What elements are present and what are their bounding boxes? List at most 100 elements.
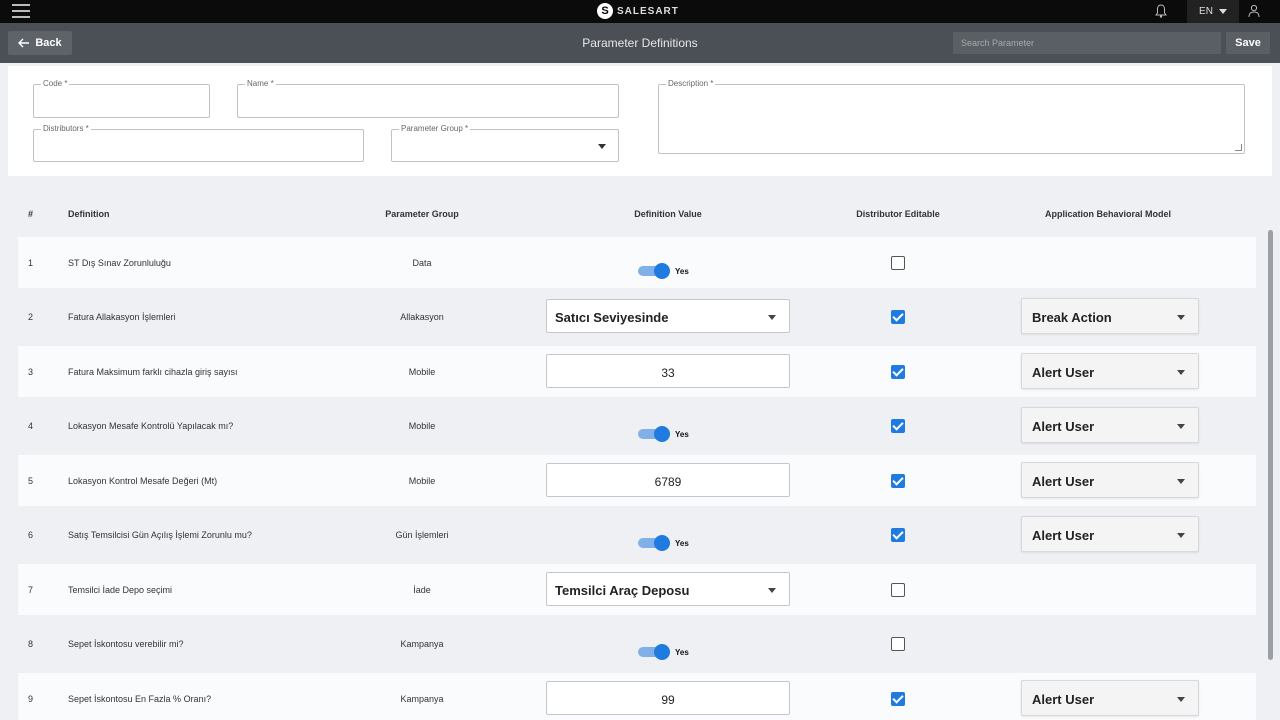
definition-value-toggle[interactable]: Yes — [638, 263, 698, 279]
description-label: Description * — [666, 79, 716, 88]
save-button[interactable]: Save — [1226, 32, 1270, 54]
chevron-down-icon — [1177, 533, 1185, 538]
toggle-label: Yes — [675, 429, 689, 439]
col-parameter-group: Parameter Group — [385, 209, 459, 219]
distributor-editable-checkbox[interactable] — [891, 419, 905, 433]
top-bar: S SALESART EN — [0, 0, 1280, 23]
row-parameter-group: Mobile — [408, 476, 436, 486]
col-behavioral-model: Application Behavioral Model — [1044, 209, 1172, 219]
table-row: 2 Fatura Allakasyon İşlemleri Allakasyon Sa… — [18, 291, 1256, 342]
row-definition: Fatura Maksimum farklı cihazla giriş say… — [68, 367, 238, 377]
chevron-down-icon — [1177, 315, 1185, 320]
language-selector[interactable]: EN — [1187, 0, 1239, 23]
scrollbar[interactable] — [1268, 230, 1273, 660]
distributor-editable-checkbox[interactable] — [891, 474, 905, 488]
parameter-group-select[interactable]: Parameter Group * — [391, 124, 619, 162]
behavioral-model-value: Alert User — [1032, 528, 1095, 543]
behavioral-model-value: Alert User — [1032, 365, 1095, 380]
row-number: 8 — [28, 639, 34, 649]
chevron-down-icon — [1177, 424, 1185, 429]
definition-value-input[interactable]: 99 — [546, 681, 790, 715]
toggle-label: Yes — [675, 538, 689, 548]
distributor-editable-checkbox[interactable] — [891, 256, 905, 270]
code-label: Code * — [41, 79, 70, 88]
table-row: 8 Sepet İskontosu verebilir mi? Kampanya Ye… — [18, 618, 1256, 669]
page-header: Back Parameter Definitions Save — [0, 23, 1280, 63]
chevron-down-icon — [1177, 479, 1185, 484]
behavioral-model-select[interactable]: Alert User — [1021, 407, 1199, 443]
name-label: Name * — [245, 79, 276, 88]
definition-value-select[interactable]: Temsilci Araç Deposu — [546, 572, 790, 606]
distributor-editable-checkbox[interactable] — [891, 528, 905, 542]
row-parameter-group: Data — [412, 258, 432, 268]
definition-value-toggle[interactable]: Yes — [638, 426, 698, 442]
behavioral-model-value: Alert User — [1032, 474, 1095, 489]
row-definition: Lokasyon Kontrol Mesafe Değeri (Mt) — [68, 476, 218, 486]
distributors-field[interactable]: Distributors * — [33, 124, 364, 162]
row-number: 6 — [28, 530, 34, 540]
chevron-down-icon — [1177, 370, 1185, 375]
definition-value-select[interactable]: Satıcı Seviyesinde — [546, 299, 790, 333]
chevron-down-icon — [768, 588, 776, 593]
definition-value-input[interactable]: 33 — [546, 354, 790, 388]
distributor-editable-checkbox[interactable] — [891, 365, 905, 379]
logo-mark: S — [597, 3, 613, 19]
behavioral-model-select[interactable]: Alert User — [1021, 353, 1199, 389]
row-parameter-group: İade — [413, 585, 431, 595]
definition-value-toggle[interactable]: Yes — [638, 535, 698, 551]
definition-value-input[interactable]: 6789 — [546, 463, 790, 497]
table-row: 5 Lokasyon Kontrol Mesafe Değeri (Mt) Mobi… — [18, 455, 1256, 506]
language-label: EN — [1199, 6, 1213, 17]
table-row: 4 Lokasyon Mesafe Kontrolü Yapılacak mı? M… — [18, 400, 1256, 451]
description-field[interactable]: Description * — [658, 79, 1245, 154]
toggle-knob — [654, 535, 670, 551]
distributor-editable-checkbox[interactable] — [891, 637, 905, 651]
behavioral-model-select[interactable]: Alert User — [1021, 680, 1199, 716]
table-row: 9 Sepet İskontosu En Fazla % Oranı? Kampan… — [18, 673, 1256, 720]
table-row: 7 Temsilci İade Depo seçimi İade Temsilci A… — [18, 564, 1256, 615]
chevron-down-icon — [1177, 697, 1185, 702]
definition-value-toggle[interactable]: Yes — [638, 644, 698, 660]
behavioral-model-select[interactable]: Alert User — [1021, 516, 1199, 552]
toggle-knob — [654, 263, 670, 279]
select-value: Satıcı Seviyesinde — [555, 310, 669, 325]
table-row: 1 ST Dış Sınav Zorunluluğu Data Yes — [18, 237, 1256, 288]
resize-handle-icon[interactable] — [1235, 144, 1242, 151]
row-number: 5 — [28, 476, 34, 486]
chevron-down-icon — [1218, 9, 1227, 14]
row-definition: Sepet İskontosu verebilir mi? — [68, 639, 184, 649]
col-definition-value: Definition Value — [634, 209, 702, 219]
toggle-knob — [654, 644, 670, 660]
distributor-editable-checkbox[interactable] — [891, 692, 905, 706]
toggle-label: Yes — [675, 266, 689, 276]
row-number: 7 — [28, 585, 34, 595]
col-distributor-editable: Distributor Editable — [856, 209, 940, 219]
row-definition: Fatura Allakasyon İşlemleri — [68, 312, 176, 322]
toggle-knob — [654, 426, 670, 442]
behavioral-model-select[interactable]: Break Action — [1021, 298, 1199, 334]
logo-text: SALESART — [617, 5, 679, 17]
search-input[interactable] — [953, 32, 1221, 54]
table-row: 6 Satış Temsilcisi Gün Açılış İşlemi Zoru… — [18, 509, 1256, 560]
row-parameter-group: Kampanya — [400, 694, 444, 704]
bell-icon[interactable] — [1155, 4, 1167, 18]
row-definition: Sepet İskontosu En Fazla % Oranı? — [68, 694, 212, 704]
user-icon[interactable] — [1248, 4, 1260, 18]
name-field[interactable]: Name * — [237, 79, 619, 118]
col-definition: Definition — [68, 209, 110, 219]
behavioral-model-value: Alert User — [1032, 419, 1095, 434]
toggle-track — [638, 263, 670, 279]
behavioral-model-select[interactable]: Alert User — [1021, 462, 1199, 498]
brand-logo: S SALESART — [597, 3, 679, 19]
table-header: # Definition Parameter Group Definition … — [18, 204, 1258, 224]
col-num: # — [28, 209, 34, 219]
chevron-down-icon — [768, 315, 776, 320]
menu-icon[interactable] — [12, 4, 30, 19]
row-definition: Lokasyon Mesafe Kontrolü Yapılacak mı? — [68, 421, 234, 431]
row-parameter-group: Gün İşlemleri — [395, 530, 449, 540]
row-number: 3 — [28, 367, 34, 377]
row-number: 4 — [28, 421, 34, 431]
distributor-editable-checkbox[interactable] — [891, 583, 905, 597]
code-field[interactable]: Code * — [33, 79, 210, 118]
distributor-editable-checkbox[interactable] — [891, 310, 905, 324]
